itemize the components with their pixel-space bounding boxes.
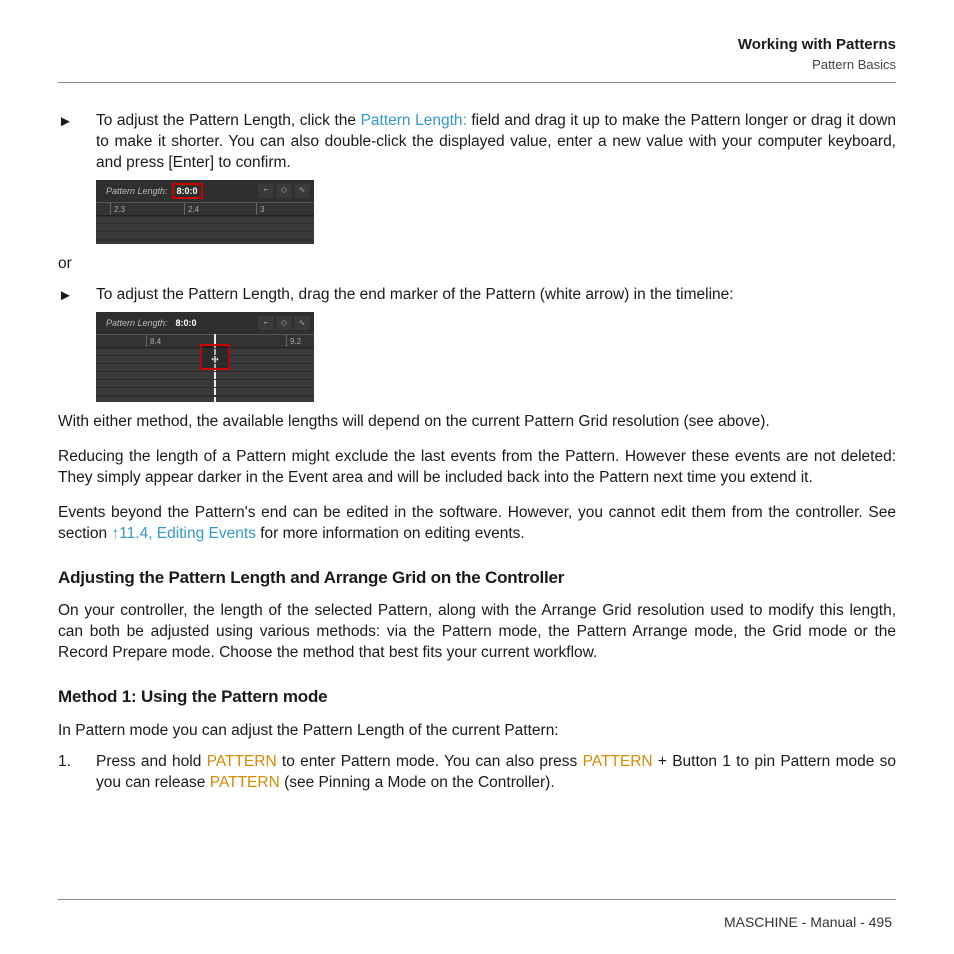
paragraph: On your controller, the length of the se… [58, 601, 896, 664]
paragraph: In Pattern mode you can adjust the Patte… [58, 721, 896, 742]
screenshot-2: Pattern Length: 8:0:0 ⌐ ◇ ∿ 8.4 9.2 ↔ [96, 312, 896, 402]
pattern-length-link[interactable]: Pattern Length: [361, 112, 467, 129]
waveform-icon[interactable]: ∿ [294, 184, 310, 198]
event-grid [96, 348, 314, 402]
pattern-length-label: Pattern Length: [96, 185, 168, 197]
header-rule [58, 82, 896, 83]
paragraph: Reducing the length of a Pattern might e… [58, 447, 896, 489]
footer-rule [58, 899, 896, 900]
header-title: Working with Patterns [58, 36, 896, 53]
section-heading: Adjusting the Pattern Length and Arrange… [58, 567, 896, 590]
instruction-step-2: ► To adjust the Pattern Length, drag the… [58, 285, 896, 306]
numbered-step-1: 1. Press and hold PATTERN to enter Patte… [58, 752, 896, 794]
step-number: 1. [58, 752, 96, 794]
screenshot-2-toolbar: Pattern Length: 8:0:0 ⌐ ◇ ∿ [96, 312, 314, 334]
tool-icon[interactable]: ⌐ [258, 184, 274, 198]
document-page: Working with Patterns Pattern Basics ► T… [0, 0, 954, 954]
body-content: ► To adjust the Pattern Length, click th… [58, 111, 896, 794]
tool-icon[interactable]: ⌐ [258, 316, 274, 330]
page-footer: MASCHINE - Manual - 495 [724, 914, 892, 930]
waveform-icon[interactable]: ∿ [294, 316, 310, 330]
step-2-text: To adjust the Pattern Length, drag the e… [96, 285, 896, 306]
pattern-key: PATTERN [210, 774, 280, 791]
pattern-length-value[interactable]: 8:0:0 [172, 183, 203, 199]
screenshot-1-toolbar: Pattern Length: 8:0:0 ⌐ ◇ ∿ [96, 180, 314, 202]
screenshot-1: Pattern Length: 8:0:0 ⌐ ◇ ∿ 2.3 2.4 3 [96, 180, 896, 244]
bullet-triangle-icon: ► [58, 285, 96, 306]
tool-icon[interactable]: ◇ [276, 184, 292, 198]
timeline-ruler: 2.3 2.4 3 [96, 202, 314, 216]
or-separator: or [58, 254, 896, 275]
running-header: Working with Patterns Pattern Basics [58, 36, 896, 72]
event-grid [96, 216, 314, 244]
pattern-length-value[interactable]: 8:0:0 [172, 315, 201, 331]
paragraph: Events beyond the Pattern's end can be e… [58, 503, 896, 545]
pattern-key: PATTERN [583, 753, 653, 770]
step-1-text: To adjust the Pattern Length, click the … [96, 111, 896, 174]
tool-icon[interactable]: ◇ [276, 316, 292, 330]
bullet-triangle-icon: ► [58, 111, 96, 174]
editing-events-link[interactable]: ↑11.4, Editing Events [111, 525, 255, 542]
section-heading: Method 1: Using the Pattern mode [58, 686, 896, 709]
instruction-step-1: ► To adjust the Pattern Length, click th… [58, 111, 896, 174]
pattern-key: PATTERN [207, 753, 277, 770]
header-subtitle: Pattern Basics [58, 57, 896, 72]
paragraph: With either method, the available length… [58, 412, 896, 433]
pattern-length-label: Pattern Length: [96, 317, 168, 329]
step-text: Press and hold PATTERN to enter Pattern … [96, 752, 896, 794]
